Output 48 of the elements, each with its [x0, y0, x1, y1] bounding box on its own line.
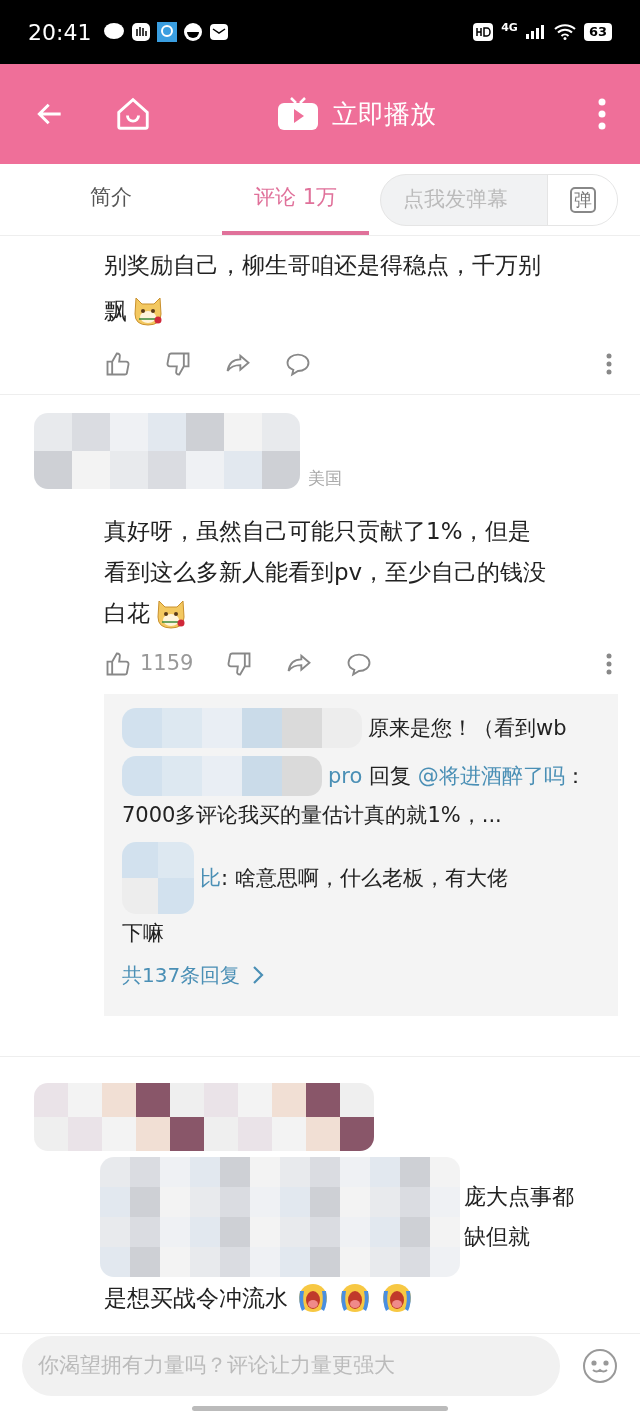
status-time: 20:41: [28, 18, 92, 47]
reply-text: 下嘛: [122, 920, 165, 947]
danmaku-button[interactable]: 弹: [547, 174, 617, 225]
hd-icon: [473, 23, 494, 41]
reply-text: ：: [564, 764, 586, 788]
comment-text: 是想买战令冲流水: [104, 1284, 288, 1313]
user-link[interactable]: @将进酒醉了吗: [417, 764, 565, 788]
tv-icon[interactable]: [278, 96, 318, 132]
location-label: 美国: [308, 467, 342, 489]
more-icon[interactable]: [606, 653, 612, 675]
reply-text: : 啥意思啊，什么老板，有大佬: [221, 866, 508, 890]
reply-text: 7000多评论我买的量估计真的就1%，...: [122, 802, 503, 829]
emoji-icon[interactable]: [582, 1348, 618, 1384]
more-icon[interactable]: [606, 353, 612, 375]
thumbs-down-icon[interactable]: [164, 350, 192, 378]
more-icon[interactable]: [598, 98, 606, 130]
crying-face-icon: [296, 1281, 330, 1315]
tab[interactable]: 评论 1万: [222, 164, 370, 235]
redaction-mosaic: [122, 842, 194, 914]
app-icon: [157, 22, 178, 42]
home-icon[interactable]: [114, 95, 152, 133]
crying-face-icon: [380, 1281, 414, 1315]
comment-text: 庞大点事都: [464, 1183, 574, 1211]
play-now-title[interactable]: 立即播放: [332, 94, 436, 134]
comment-text: 白花: [104, 599, 150, 628]
comment-text: 别奖励自己，柳生哥咱还是得稳点，千万别: [104, 251, 541, 280]
thumbs-up-icon[interactable]: [104, 650, 132, 678]
crying-face-icon: [338, 1281, 372, 1315]
chevron-right-icon: [252, 965, 265, 985]
network-label: 4G: [501, 19, 518, 36]
like-count: 1159: [140, 650, 194, 678]
wifi-icon: [553, 24, 576, 40]
user-link[interactable]: 比: [200, 866, 221, 890]
user-link[interactable]: pro: [328, 764, 363, 788]
more-replies-link[interactable]: 共137条回复: [122, 960, 265, 990]
signal-icon: [525, 25, 546, 39]
battery-indicator: 63: [583, 23, 612, 41]
danmaku-field[interactable]: 点我发弹幕 弹: [380, 173, 618, 226]
reply-text: 回复: [368, 764, 413, 788]
comment-text: 看到这么多新人能看到pv，至少自己的钱没: [104, 558, 547, 587]
chat-bubble-icon: [103, 22, 126, 42]
reply-text: 原来是您！（看到wb: [368, 716, 567, 740]
mail-icon: [209, 22, 230, 42]
comment-text: 飘: [104, 297, 127, 326]
comment-text: 缺但就: [464, 1223, 531, 1251]
tab[interactable]: 简介: [56, 164, 166, 235]
comment-text: 真好呀，虽然自己可能只贡献了1%，但是: [104, 517, 532, 546]
thumbs-up-icon[interactable]: [104, 350, 132, 378]
